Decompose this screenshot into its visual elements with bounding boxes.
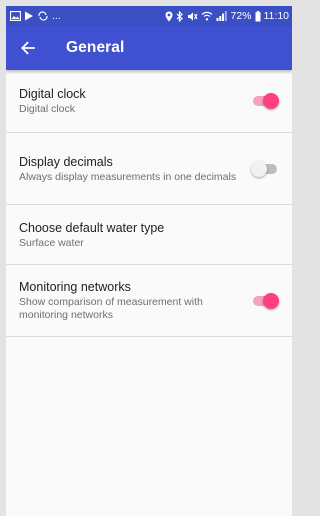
status-right: 72% 11:10 bbox=[165, 9, 290, 22]
setting-text: Choose default water type Surface water bbox=[19, 220, 279, 250]
setting-text: Monitoring networks Show comparison of m… bbox=[19, 279, 253, 322]
setting-subtitle: Show comparison of measurement with moni… bbox=[19, 296, 203, 321]
location-icon bbox=[165, 11, 173, 22]
setting-subtitle: Always display measurements in one decim… bbox=[19, 170, 237, 183]
battery-icon bbox=[255, 10, 261, 22]
digital-clock-toggle[interactable] bbox=[253, 93, 279, 109]
settings-list: Digital clock Digital clock Display deci… bbox=[6, 70, 292, 337]
play-store-icon bbox=[24, 11, 34, 21]
image-icon bbox=[10, 11, 21, 21]
display-decimals-toggle[interactable] bbox=[251, 160, 279, 177]
mute-icon bbox=[187, 11, 198, 22]
setting-subtitle: Surface water bbox=[19, 236, 84, 249]
app-bar: General bbox=[6, 26, 292, 70]
status-bar: ... 72% 11:10 bbox=[6, 6, 292, 26]
back-arrow-icon bbox=[21, 41, 35, 55]
toggle-thumb bbox=[251, 160, 267, 177]
page-title: General bbox=[66, 39, 125, 56]
status-left: ... bbox=[10, 11, 61, 22]
wifi-icon bbox=[201, 11, 213, 21]
toggle-thumb bbox=[263, 93, 279, 109]
monitoring-networks-toggle[interactable] bbox=[253, 292, 279, 309]
setting-title: Monitoring networks bbox=[19, 280, 131, 294]
setting-title: Display decimals bbox=[19, 154, 113, 169]
setting-digital-clock[interactable]: Digital clock Digital clock bbox=[6, 70, 292, 133]
phone-screen: ... 72% 11:10 General Digital clock Digi… bbox=[6, 6, 292, 516]
setting-title: Choose default water type bbox=[19, 220, 165, 235]
setting-subtitle: Digital clock bbox=[19, 103, 76, 115]
signal-icon bbox=[216, 11, 228, 21]
setting-text: Digital clock Digital clock bbox=[19, 86, 253, 116]
setting-monitoring-networks[interactable]: Monitoring networks Show comparison of m… bbox=[6, 265, 292, 337]
sync-icon bbox=[37, 11, 49, 21]
bluetooth-icon bbox=[176, 10, 184, 22]
status-time: 11:10 bbox=[263, 9, 290, 22]
status-overflow-dots: ... bbox=[52, 9, 61, 22]
toggle-thumb bbox=[263, 292, 279, 309]
setting-default-water-type[interactable]: Choose default water type Surface water bbox=[6, 205, 292, 265]
setting-text: Display decimals Always display measurem… bbox=[19, 154, 253, 184]
setting-title: Digital clock bbox=[19, 87, 86, 101]
back-button[interactable] bbox=[8, 26, 48, 70]
setting-display-decimals[interactable]: Display decimals Always display measurem… bbox=[6, 133, 292, 205]
battery-percent: 72% bbox=[230, 9, 252, 22]
